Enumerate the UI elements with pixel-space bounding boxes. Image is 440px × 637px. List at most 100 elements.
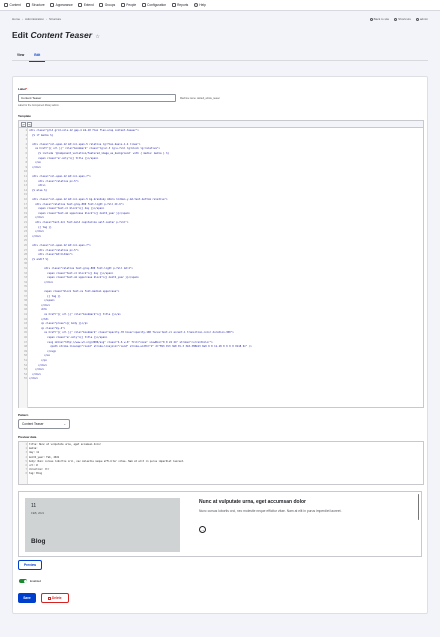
code-text: <span class="block text-xs font-medium u… bbox=[29, 290, 120, 293]
code-line: 51 </p> bbox=[19, 359, 423, 363]
line-number: 50 bbox=[23, 354, 27, 358]
code-text: </div> bbox=[29, 216, 45, 220]
code-text: <div class="col-span-12 md:col-span-5 bg… bbox=[29, 198, 168, 201]
code-text: {% if media %} bbox=[29, 133, 54, 137]
toolbar-item-label: Groups bbox=[104, 3, 116, 7]
save-button[interactable]: Save bbox=[18, 593, 36, 603]
back-to-site-label: Back to site bbox=[373, 17, 390, 21]
template-code-editor[interactable]: ↶ ↷ 1 <div class="grid grid-cols-12 gap-4… bbox=[18, 120, 424, 408]
line-number: 32 bbox=[23, 271, 27, 275]
code-text: {% include '@component_variation/feature… bbox=[29, 152, 169, 155]
code-text: </div> bbox=[29, 303, 51, 307]
line-number: 27 bbox=[23, 248, 27, 252]
breadcrumb-separator: › bbox=[46, 17, 48, 21]
user-name: admin bbox=[419, 17, 428, 21]
code-text: <span class="sr-only">{{ title }}</span> bbox=[29, 336, 108, 339]
undo-button[interactable]: ↶ bbox=[21, 121, 26, 127]
line-number: 17 bbox=[23, 202, 27, 206]
preview-scrollbar[interactable] bbox=[417, 494, 419, 520]
enabled-toggle[interactable] bbox=[19, 579, 27, 583]
code-text: <div class="col-span-12 md:col-span-7"> bbox=[29, 175, 91, 178]
toolbar-item-content[interactable]: Content bbox=[4, 3, 21, 7]
toolbar-item-appearance[interactable]: Appearance bbox=[50, 3, 73, 7]
redo-button[interactable]: ↷ bbox=[27, 121, 32, 127]
preview-button[interactable]: Preview bbox=[18, 560, 42, 570]
label-input[interactable]: Content Teaser bbox=[18, 94, 176, 102]
breadcrumb-structure[interactable]: Structure bbox=[49, 17, 61, 21]
code-text: {% endif %} bbox=[29, 257, 49, 261]
line-number: 46 bbox=[23, 336, 27, 339]
breadcrumb-bar: Home › Administration › Structure Back t… bbox=[0, 14, 440, 24]
code-line: 55 </div> bbox=[19, 377, 423, 381]
code-line: 43 <p class="prose">{{ body }}</p> bbox=[19, 322, 423, 326]
code-line: 17 <div class="relative text-gray-800 fo… bbox=[19, 203, 423, 207]
code-text: <div class="md:hidden"> bbox=[29, 253, 73, 257]
code-text: <p class="my-4"> bbox=[29, 326, 66, 330]
code-line: 52 </div> bbox=[19, 364, 423, 368]
data-text: tag: Blog bbox=[29, 472, 42, 476]
line-number: 3 bbox=[25, 138, 27, 142]
data-text: month_year: Feb, 2021 bbox=[29, 455, 60, 459]
preview-data-editor[interactable]: 1 title: Nunc at vulputate urna, eget acc… bbox=[18, 441, 424, 485]
code-text: <div class="relative px-5"> bbox=[29, 248, 79, 252]
component-preview: 11 FEB, 2021 Blog Nunc at vulputate urna… bbox=[18, 491, 422, 557]
shortcuts-link[interactable]: Shortcuts bbox=[394, 17, 411, 21]
code-text: <span class="text-xl block">{{ day }}</s… bbox=[29, 271, 114, 275]
line-number: 33 bbox=[23, 276, 27, 280]
line-number: 21 bbox=[23, 221, 27, 224]
toolbar-item-structure[interactable]: Structure bbox=[26, 3, 45, 7]
toolbar-item-people[interactable]: People bbox=[120, 3, 136, 7]
code-line: 47 <svg xmlns="http://www.w3.org/2000/sv… bbox=[19, 341, 423, 345]
line-number: 42 bbox=[23, 317, 27, 321]
code-line: 42 </h3> bbox=[19, 318, 423, 322]
toolbar-item-groups[interactable]: Groups bbox=[99, 3, 115, 7]
toolbar-item-extend[interactable]: Extend bbox=[78, 3, 94, 7]
line-number: 23 bbox=[23, 230, 27, 234]
teaser-month-year: FEB, 2021 bbox=[31, 511, 45, 515]
code-line: 7 <span class="sr-only">{{ title }}</spa… bbox=[19, 157, 423, 161]
code-line: 3 bbox=[19, 138, 423, 142]
user-menu[interactable]: admin bbox=[415, 17, 428, 21]
line-number: 28 bbox=[23, 253, 27, 257]
code-line: 19 <span class="text-xm uppercase block"… bbox=[19, 212, 423, 216]
shortcut-star-icon[interactable]: ☆ bbox=[95, 34, 99, 40]
code-line: 39 </div> bbox=[19, 304, 423, 308]
toolbar-item-help[interactable]: Help bbox=[193, 3, 206, 7]
code-line: 5 <a href="{{ url }}" role="bookmark" cl… bbox=[19, 147, 423, 151]
code-text: </div> bbox=[29, 230, 45, 234]
user-icon bbox=[415, 17, 419, 21]
help-icon bbox=[193, 3, 198, 7]
back-to-site-link[interactable]: Back to site bbox=[369, 17, 390, 21]
breadcrumb-administration[interactable]: Administration bbox=[25, 17, 44, 21]
toolbar-item-reports[interactable]: Reports bbox=[171, 3, 188, 7]
code-text: <path stroke-linecap="round" stroke-line… bbox=[29, 345, 252, 349]
page-title-prefix: Edit bbox=[12, 30, 29, 40]
teaser-tag: Blog bbox=[31, 538, 46, 545]
code-text: </p> bbox=[29, 359, 48, 362]
pattern-select[interactable]: Content Teaser ⌄ bbox=[18, 419, 70, 429]
label-field-label: Label* bbox=[18, 87, 28, 91]
line-number: 16 bbox=[23, 198, 27, 201]
editor-toolbar: ↶ ↷ bbox=[19, 121, 423, 128]
toolbar-item-label: Help bbox=[199, 3, 206, 7]
arrow-circle-icon[interactable]: → bbox=[199, 526, 206, 533]
delete-button[interactable]: Delete bbox=[41, 593, 69, 603]
code-text: </div> bbox=[29, 234, 42, 238]
line-number: 36 bbox=[23, 290, 27, 293]
code-text: <div class="grid grid-cols-12 gap-4 mb-1… bbox=[29, 129, 139, 132]
toolbar-item-configuration[interactable]: Configuration bbox=[141, 3, 166, 7]
data-line: 8 tag: Blog bbox=[19, 472, 42, 476]
code-text: </svg> bbox=[29, 349, 57, 353]
code-text: </a> bbox=[29, 354, 51, 358]
code-line: 40 <h3> bbox=[19, 308, 423, 312]
page-title: Edit Content Teaser ☆ bbox=[12, 30, 100, 40]
breadcrumb-home[interactable]: Home bbox=[12, 17, 20, 21]
person-icon bbox=[120, 3, 125, 7]
editor-body[interactable]: 1 <div class="grid grid-cols-12 gap-4 mb-… bbox=[19, 128, 423, 408]
enabled-label: Enabled bbox=[30, 579, 42, 583]
code-line: 35 bbox=[19, 285, 423, 289]
teaser-title[interactable]: Nunc at vulputate urna, eget accumsan do… bbox=[199, 499, 306, 505]
toolbar-item-label: Structure bbox=[31, 3, 45, 7]
code-line: 54 </div> bbox=[19, 373, 423, 377]
preview-data-label: Preview data bbox=[18, 435, 37, 439]
